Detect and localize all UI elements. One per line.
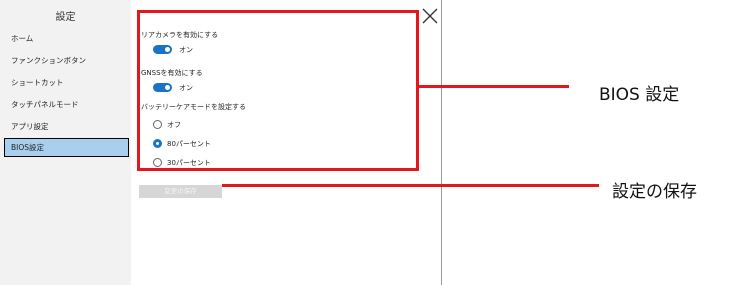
bios-callout-line [419,85,569,88]
bios-callout-label: BIOS 設定 [599,85,680,105]
sidebar-item-bios-settings[interactable]: BIOS設定 [4,138,129,157]
bios-highlight-box [137,10,419,171]
save-changes-button[interactable]: 変更の保存 [139,185,222,198]
sidebar-title: 設定 [55,12,76,23]
sidebar: 設定 ホーム ファンクションボタン ショートカット タッチパネルモード アプリ設… [0,0,131,285]
sidebar-item-function-buttons[interactable]: ファンクションボタン [6,51,129,70]
close-icon[interactable] [421,7,439,25]
sidebar-item-home[interactable]: ホーム [6,29,129,48]
sidebar-item-shortcuts[interactable]: ショートカット [6,73,129,92]
sidebar-item-touch-panel-mode[interactable]: タッチパネルモード [6,95,129,114]
save-callout-line [222,184,599,187]
panel-divider [441,0,442,285]
save-callout-label: 設定の保存 [612,182,697,202]
sidebar-item-app-settings[interactable]: アプリ設定 [6,117,129,136]
